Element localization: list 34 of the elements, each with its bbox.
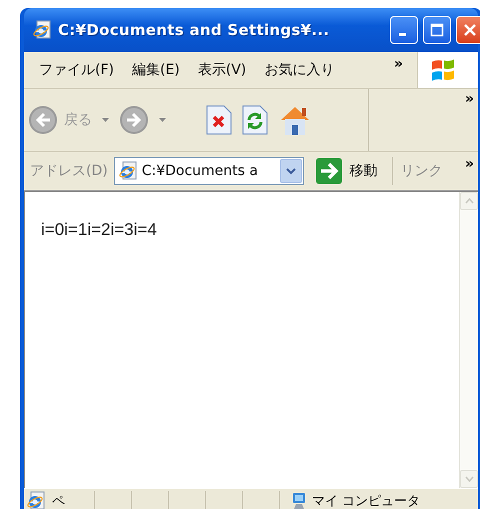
address-label: アドレス(D) <box>30 162 108 180</box>
maximize-button[interactable] <box>423 16 451 44</box>
minimize-icon <box>399 33 406 36</box>
zone-text: マイ コンピュータ <box>312 492 420 509</box>
browser-icon <box>32 20 52 40</box>
caret-icon <box>286 168 296 174</box>
back-arrow-icon <box>28 105 58 135</box>
toolbar-overflow-button[interactable]: » <box>464 89 478 107</box>
windows-flag-icon <box>430 58 456 82</box>
page-text: i=0i=1i=2i=3i=4 <box>40 219 158 241</box>
caret-icon <box>464 198 474 204</box>
minimize-button[interactable] <box>390 16 418 44</box>
computer-icon <box>292 492 306 509</box>
close-icon <box>463 23 477 37</box>
status-text: ペ <box>52 492 65 509</box>
address-field[interactable]: C:¥Documents a <box>114 157 304 185</box>
dropdown-arrow-icon <box>159 118 166 122</box>
dropdown-arrow-icon <box>102 118 109 122</box>
menu-item[interactable]: 表示(V) <box>188 61 256 79</box>
links-overflow-button[interactable]: » <box>464 152 478 172</box>
dropdown-button[interactable] <box>280 159 302 183</box>
window-title: C:¥Documents and Settings¥... <box>58 21 330 39</box>
menu-item[interactable]: 編集(E) <box>122 61 189 79</box>
forward-arrow-icon <box>119 105 149 135</box>
menu-overflow-button[interactable]: » <box>390 52 417 72</box>
refresh-icon <box>242 105 268 135</box>
stop-icon <box>206 105 232 135</box>
maximize-icon <box>430 23 444 37</box>
go-button[interactable]: 移動 <box>310 158 378 184</box>
close-button[interactable] <box>456 16 480 44</box>
menu-item[interactable]: お気に入り <box>255 61 344 79</box>
browser-icon <box>118 161 138 181</box>
caret-icon <box>464 476 474 482</box>
menu-item[interactable]: ファイル(F) <box>30 61 123 79</box>
